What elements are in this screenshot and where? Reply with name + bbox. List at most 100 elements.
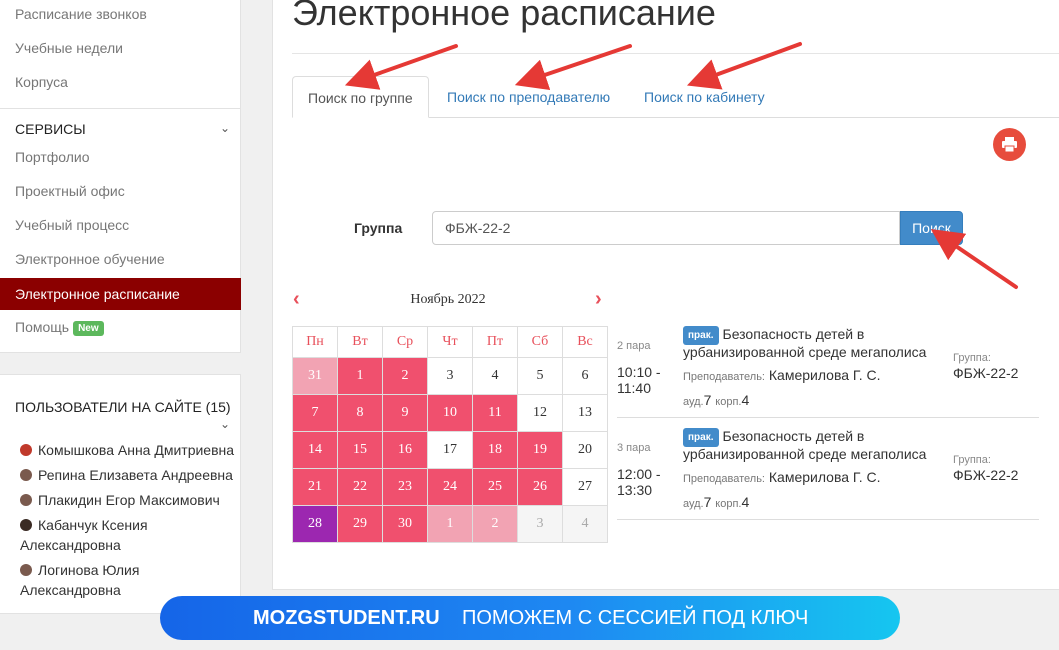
new-badge: New bbox=[73, 321, 104, 336]
weekday-sun: Вс bbox=[562, 326, 608, 358]
lesson-subject-text: Безопасность детей в урбанизированной ср… bbox=[683, 326, 927, 360]
user-name: Репина Елизавета Андреевна bbox=[38, 467, 233, 483]
calendar-day[interactable]: 27 bbox=[562, 468, 608, 506]
weekday-mon: Пн bbox=[292, 326, 338, 358]
sidebar-item-help[interactable]: Помощь New bbox=[15, 319, 104, 336]
calendar-day[interactable]: 2 bbox=[472, 505, 518, 543]
calendar-day[interactable]: 15 bbox=[337, 431, 383, 469]
calendar-day[interactable]: 25 bbox=[472, 468, 518, 506]
calendar-day[interactable]: 8 bbox=[337, 394, 383, 432]
lesson-subject: прак. Безопасность детей в урбанизированн… bbox=[683, 428, 953, 462]
lesson-room: ауд.7 корп.4 bbox=[683, 392, 749, 408]
teacher-name[interactable]: Камерилова Г. С. bbox=[769, 367, 881, 383]
lesson-number: 3 пара bbox=[617, 442, 651, 454]
avatar bbox=[20, 564, 32, 576]
calendar-day[interactable]: 17 bbox=[427, 431, 473, 469]
lesson-room: ауд.7 корп.4 bbox=[683, 494, 749, 510]
sidebar-divider bbox=[0, 108, 240, 109]
calendar-day[interactable]: 26 bbox=[517, 468, 563, 506]
calendar-week: 31 1 2 3 4 5 6 bbox=[292, 357, 608, 395]
chevron-down-icon[interactable]: ⌄ bbox=[220, 121, 230, 135]
tab-room-search[interactable]: Поиск по кабинету bbox=[629, 76, 780, 118]
sidebar-item-project-office[interactable]: Проектный офис bbox=[15, 183, 125, 199]
user-name: Логинова Юлия Александровна bbox=[20, 562, 140, 598]
user-item[interactable]: Комышкова Анна Дмитриевна bbox=[20, 440, 235, 460]
calendar-day[interactable]: 11 bbox=[472, 394, 518, 432]
avatar bbox=[20, 519, 32, 531]
calendar-day[interactable]: 30 bbox=[382, 505, 428, 543]
calendar-day[interactable]: 29 bbox=[337, 505, 383, 543]
user-item[interactable]: Репина Елизавета Андреевна bbox=[20, 465, 235, 485]
tab-teacher-search[interactable]: Поиск по преподавателю bbox=[432, 76, 625, 118]
sidebar-item-e-learning[interactable]: Электронное обучение bbox=[15, 251, 165, 267]
calendar-day[interactable]: 12 bbox=[517, 394, 563, 432]
calendar-day: 4 bbox=[562, 505, 608, 543]
user-item[interactable]: Кабанчук Ксения Александровна bbox=[20, 515, 170, 555]
lesson-teacher: Преподаватель: Камерилова Г. С. bbox=[683, 469, 881, 485]
calendar-grid: Пн Вт Ср Чт Пт Сб Вс 31 1 2 3 4 5 6 7 8 … bbox=[292, 326, 608, 543]
teacher-name[interactable]: Камерилова Г. С. bbox=[769, 469, 881, 485]
calendar-day[interactable]: 4 bbox=[472, 357, 518, 395]
calendar-day[interactable]: 20 bbox=[562, 431, 608, 469]
sidebar-item-study-process[interactable]: Учебный процесс bbox=[15, 217, 129, 233]
services-heading[interactable]: СЕРВИСЫ bbox=[15, 121, 86, 137]
group-search-input[interactable] bbox=[432, 211, 900, 245]
sidebar-item-bells[interactable]: Расписание звонков bbox=[15, 6, 147, 22]
calendar-day[interactable]: 23 bbox=[382, 468, 428, 506]
building-number: 4 bbox=[741, 392, 750, 408]
calendar-day[interactable]: 14 bbox=[292, 431, 338, 469]
online-users-title: ПОЛЬЗОВАТЕЛИ НА САЙТЕ (15) bbox=[15, 399, 231, 415]
tab-group-search[interactable]: Поиск по группе bbox=[292, 76, 429, 118]
chevron-right-icon[interactable]: › bbox=[595, 288, 602, 311]
weekday-thu: Чт bbox=[427, 326, 473, 358]
chevron-down-icon[interactable]: ⌄ bbox=[220, 417, 230, 431]
room-number[interactable]: 7 bbox=[704, 392, 712, 408]
calendar-day[interactable]: 3 bbox=[427, 357, 473, 395]
calendar-day[interactable]: 5 bbox=[517, 357, 563, 395]
group-caption: Группа: bbox=[953, 352, 991, 364]
room-number[interactable]: 7 bbox=[704, 494, 712, 510]
user-item[interactable]: Логинова Юлия Александровна bbox=[20, 560, 160, 600]
lesson-time-start: 12:00 - bbox=[617, 466, 661, 482]
calendar-day[interactable]: 22 bbox=[337, 468, 383, 506]
calendar-day[interactable]: 13 bbox=[562, 394, 608, 432]
calendar-day-selected[interactable]: 28 bbox=[292, 505, 338, 543]
calendar-day[interactable]: 7 bbox=[292, 394, 338, 432]
lesson-time-end: 13:30 bbox=[617, 482, 653, 498]
calendar-day[interactable]: 31 bbox=[292, 357, 338, 395]
lesson-group[interactable]: ФБЖ-22-2 bbox=[953, 365, 1018, 381]
sidebar-item-portfolio[interactable]: Портфолио bbox=[15, 149, 90, 165]
sidebar-item-weeks[interactable]: Учебные недели bbox=[15, 40, 123, 56]
chevron-left-icon[interactable]: ‹ bbox=[293, 288, 300, 311]
calendar-day[interactable]: 1 bbox=[337, 357, 383, 395]
room-label: ауд. bbox=[683, 498, 704, 510]
calendar-week: 7 8 9 10 11 12 13 bbox=[292, 394, 608, 432]
weekday-header: Пн Вт Ср Чт Пт Сб Вс bbox=[292, 326, 608, 358]
lesson-type-badge: прак. bbox=[683, 326, 719, 345]
calendar-day[interactable]: 24 bbox=[427, 468, 473, 506]
lesson-group[interactable]: ФБЖ-22-2 bbox=[953, 467, 1018, 483]
calendar-day[interactable]: 9 bbox=[382, 394, 428, 432]
calendar-day[interactable]: 10 bbox=[427, 394, 473, 432]
calendar-day[interactable]: 6 bbox=[562, 357, 608, 395]
room-label: ауд. bbox=[683, 396, 704, 408]
calendar-day[interactable]: 16 bbox=[382, 431, 428, 469]
sidebar-item-buildings[interactable]: Корпуса bbox=[15, 74, 68, 90]
user-item[interactable]: Плакидин Егор Максимович bbox=[20, 490, 235, 510]
weekday-tue: Вт bbox=[337, 326, 383, 358]
weekday-fri: Пт bbox=[472, 326, 518, 358]
sidebar-item-schedule[interactable]: Электронное расписание bbox=[0, 278, 241, 310]
lesson-time: 12:00 -13:30 bbox=[617, 466, 672, 498]
calendar-day[interactable]: 1 bbox=[427, 505, 473, 543]
calendar-day[interactable]: 21 bbox=[292, 468, 338, 506]
promo-banner[interactable]: MOZGSTUDENT.RU ПОМОЖЕМ С СЕССИЕЙ ПОД КЛЮ… bbox=[160, 596, 900, 640]
calendar-day[interactable]: 18 bbox=[472, 431, 518, 469]
lesson-divider bbox=[617, 519, 1039, 520]
printer-icon bbox=[1002, 137, 1017, 153]
search-button[interactable]: Поиск bbox=[900, 211, 963, 245]
lesson-time: 10:10 -11:40 bbox=[617, 364, 672, 396]
print-button[interactable] bbox=[993, 128, 1026, 161]
group-label: Группа bbox=[354, 220, 403, 236]
calendar-day[interactable]: 2 bbox=[382, 357, 428, 395]
calendar-day[interactable]: 19 bbox=[517, 431, 563, 469]
